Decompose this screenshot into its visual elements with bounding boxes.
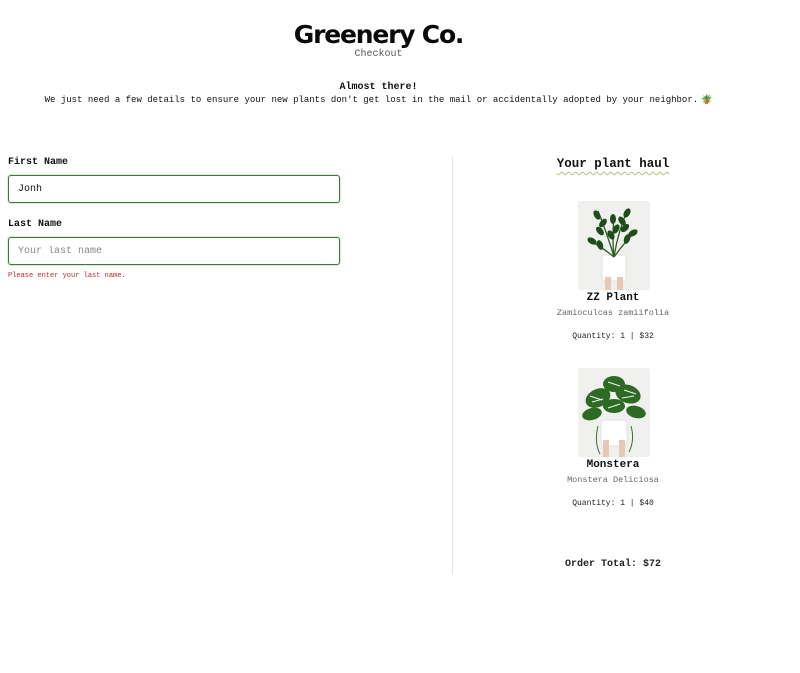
brand-logo: Greenery Co.: [293, 20, 465, 49]
intro-title: Almost there!: [339, 82, 418, 93]
last-name-label: Last Name: [8, 219, 63, 230]
order-total: Order Total: $72: [564, 559, 661, 570]
monstera-image: [578, 368, 650, 457]
item-scientific-zz-plant: Zamioculcas zamiifolia: [556, 308, 670, 318]
last-name-error: Please enter your last name.: [8, 272, 126, 280]
column-divider: [452, 156, 453, 574]
item-quantity-monstera: Quantity: 1 | $40: [572, 499, 654, 508]
page-subtitle: Checkout: [354, 49, 403, 60]
first-name-label: First Name: [8, 157, 69, 168]
item-scientific-monstera: Monstera Deliciosa: [567, 475, 659, 485]
item-name-monstera: Monstera: [586, 459, 640, 471]
item-quantity-zz-plant: Quantity: 1 | $32: [572, 332, 654, 341]
cart-title: Your plant haul: [453, 157, 773, 171]
zz-plant-image: [578, 201, 650, 290]
first-name-input[interactable]: [8, 175, 340, 203]
intro-text-row: We just need a few details to ensure you…: [0, 95, 757, 105]
last-name-input[interactable]: [8, 237, 340, 265]
cart-title-text: Your plant haul: [556, 157, 670, 171]
item-name-zz-plant: ZZ Plant: [586, 292, 640, 304]
potted-plant-icon: 🪴: [701, 95, 713, 105]
intro-text: We just need a few details to ensure you…: [44, 95, 699, 105]
